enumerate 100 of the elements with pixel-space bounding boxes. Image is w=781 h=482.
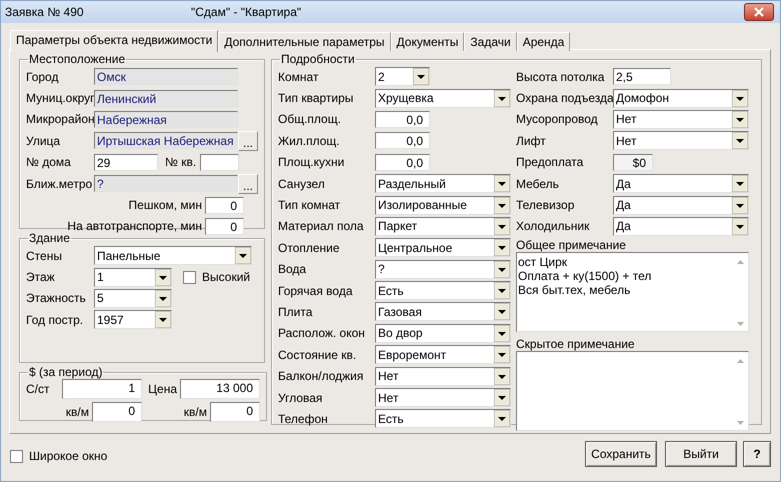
- dropdown[interactable]: Газовая: [375, 302, 511, 322]
- caret-icon: [732, 90, 748, 107]
- text-field[interactable]: 0: [92, 402, 142, 422]
- checkbox[interactable]: [183, 270, 196, 284]
- close-button[interactable]: [744, 3, 774, 21]
- text-field[interactable]: Ленинский: [94, 90, 238, 107]
- checkbox-label: Широкое окно: [29, 449, 108, 463]
- text-line: ост Цирк: [518, 255, 568, 270]
- field-label: Тип квартиры: [278, 91, 354, 106]
- field-label: Лифт: [516, 134, 547, 148]
- dropdown[interactable]: Раздельный: [375, 174, 511, 194]
- caret-icon: [155, 311, 171, 328]
- text-field[interactable]: Иртышская Набережная: [94, 132, 238, 150]
- checkbox[interactable]: [10, 450, 23, 462]
- tab[interactable]: Документы: [390, 32, 464, 51]
- field-label: Город: [26, 70, 60, 84]
- dropdown[interactable]: Паркет: [375, 216, 511, 236]
- caret-icon: [494, 196, 510, 214]
- field-label: Муниц.округ: [26, 91, 94, 106]
- browse-button[interactable]: ...: [238, 174, 258, 194]
- field-label: Санузел: [278, 176, 326, 191]
- field-label: Комнат: [278, 70, 320, 84]
- dropdown[interactable]: 1957: [94, 310, 172, 330]
- text-field[interactable]: ?: [94, 175, 238, 192]
- caret-icon: [155, 268, 171, 286]
- dropdown[interactable]: Во двор: [375, 324, 511, 343]
- help-button[interactable]: ?: [743, 441, 771, 467]
- field-label: Площ.кухни: [278, 155, 346, 170]
- action-button[interactable]: Сохранить: [585, 441, 657, 467]
- scroll-up-icon: [737, 358, 744, 364]
- field-label: кв/м: [66, 405, 89, 419]
- text-area[interactable]: ост Цирк Оплата + ку(1500) + тел Вся быт.тех, мебель: [516, 252, 749, 332]
- field-label: № дома: [26, 155, 72, 170]
- dropdown[interactable]: Нет: [613, 131, 749, 150]
- field-label: Предоплата: [516, 155, 584, 170]
- close-icon: [753, 7, 765, 17]
- caret-icon: [494, 282, 510, 300]
- text-field[interactable]: 0: [210, 402, 260, 422]
- browse-button[interactable]: ...: [238, 130, 258, 151]
- field-label: Холодильник: [516, 219, 590, 234]
- dropdown[interactable]: Нет: [375, 388, 511, 408]
- text-field[interactable]: 1: [62, 379, 142, 399]
- dropdown[interactable]: Хрущевка: [375, 88, 511, 108]
- text-field[interactable]: 0: [205, 196, 244, 214]
- field-label: С/ст: [26, 382, 50, 396]
- dropdown[interactable]: Есть: [375, 281, 511, 300]
- field-label: Телефон: [278, 412, 329, 426]
- field-label: Плита: [278, 304, 314, 319]
- field-label: Горячая вода: [278, 284, 354, 298]
- caret-icon: [732, 175, 748, 192]
- text-line: Оплата + ку(1500) + тел: [518, 269, 652, 284]
- text-field[interactable]: 13 000: [180, 379, 260, 399]
- dropdown[interactable]: 5: [94, 288, 172, 308]
- text-field[interactable]: [200, 154, 240, 171]
- text-field[interactable]: $0: [613, 154, 653, 171]
- tab[interactable]: Аренда: [516, 32, 570, 51]
- dropdown[interactable]: Да: [613, 216, 749, 236]
- dropdown[interactable]: Есть: [375, 409, 511, 428]
- tab[interactable]: Задачи: [464, 32, 517, 51]
- caret-icon: [494, 303, 510, 320]
- text-field[interactable]: 0,0: [375, 132, 430, 150]
- text-field[interactable]: Набережная: [94, 110, 238, 128]
- caret-icon: [494, 90, 510, 107]
- text-field[interactable]: 0,0: [375, 154, 430, 171]
- dropdown[interactable]: Нет: [375, 366, 511, 386]
- group-title: Местоположение: [28, 52, 126, 66]
- scroll-down-icon: [737, 421, 744, 426]
- caret-icon: [494, 324, 510, 342]
- dropdown[interactable]: Центральное: [375, 238, 511, 258]
- caret-icon: [732, 196, 748, 214]
- field-label: Материал пола: [278, 219, 365, 234]
- caret-icon: [494, 175, 510, 192]
- action-button[interactable]: Выйти: [665, 441, 737, 467]
- window-subtitle: "Сдам" - "Квартира": [191, 5, 302, 19]
- tab[interactable]: Параметры объекта недвижимости: [10, 30, 218, 52]
- field-label: Мусоропровод: [516, 112, 599, 126]
- text-field[interactable]: 0: [205, 218, 244, 235]
- field-label: Высота потолка: [516, 70, 606, 84]
- checkbox-label: Высокий: [202, 270, 250, 284]
- dropdown[interactable]: 2: [375, 67, 430, 86]
- group-title: Здание: [28, 231, 71, 245]
- dropdown[interactable]: Да: [613, 174, 749, 194]
- dropdown[interactable]: Домофон: [613, 88, 749, 108]
- dropdown[interactable]: 1: [94, 268, 172, 287]
- dropdown[interactable]: Нет: [613, 110, 749, 129]
- dropdown[interactable]: Изолированные: [375, 196, 511, 215]
- dropdown[interactable]: Панельные: [94, 246, 252, 266]
- text-field[interactable]: 0,0: [375, 110, 430, 128]
- text-field[interactable]: 2,5: [613, 68, 671, 86]
- text-line: Вся быт.тех, мебель: [518, 283, 632, 298]
- dropdown[interactable]: ?: [375, 260, 511, 279]
- dropdown[interactable]: Да: [613, 196, 749, 215]
- dropdown[interactable]: Евроремонт: [375, 345, 511, 364]
- field-label: Тип комнат: [278, 198, 342, 212]
- caret-icon: [494, 368, 510, 385]
- text-field[interactable]: 29: [94, 154, 158, 171]
- tab[interactable]: Дополнительные параметры: [218, 32, 391, 51]
- field-label: Состояние кв.: [278, 348, 358, 362]
- text-field[interactable]: Омск: [94, 68, 238, 86]
- field-label: Скрытое примечание: [516, 337, 636, 352]
